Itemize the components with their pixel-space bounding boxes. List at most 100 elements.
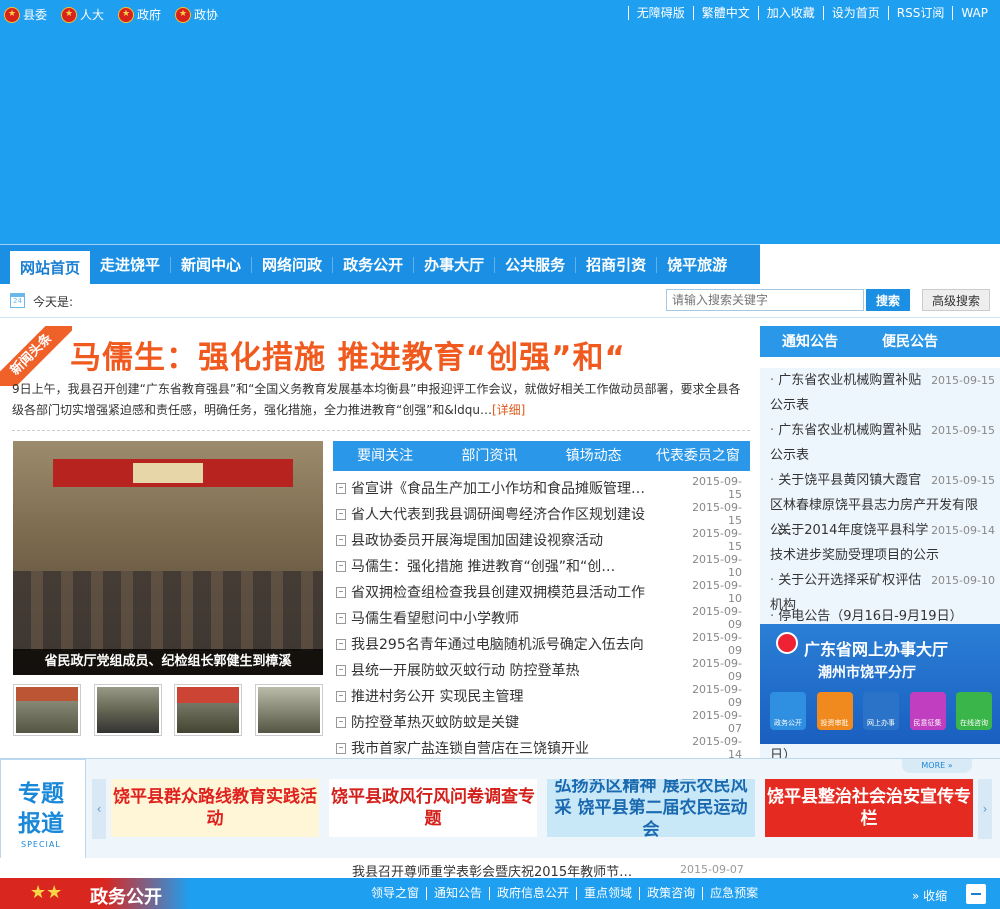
notice-item[interactable]: · 2015-09-14 关于2014年度饶平县科学技术进步奖励受理项目的公示 [770, 518, 995, 568]
lower-news-date: 2015-09-07 [680, 863, 744, 876]
news-tab[interactable]: 镇场动态 [542, 441, 646, 471]
main-nav: 网站首页 走进饶平 新闻中心 网络问政 政务公开 办事大厅 公共服务 招商引资 饶平旅游 [0, 244, 760, 285]
org-link[interactable]: ★ 人大 [61, 6, 104, 23]
notice-title[interactable]: 广东省农业机械购置补贴公示表 [770, 373, 921, 413]
special-report-title: 饶平县群众路线教育实践活动 [113, 787, 317, 829]
utility-link[interactable]: WAP [952, 6, 996, 20]
notice-tab[interactable]: 便民公告 [860, 326, 960, 357]
nav-item[interactable]: 走进饶平 [90, 256, 172, 273]
service-icon[interactable]: 民意征集 [909, 692, 946, 730]
utility-link[interactable]: 繁體中文 [692, 6, 758, 20]
service-icon[interactable]: 投资审批 [816, 692, 853, 730]
news-tab[interactable]: 代表委员之窗 [646, 441, 750, 471]
news-date: 2015-09-15 [692, 475, 742, 501]
news-item[interactable]: 省宣讲《食品生产加工小作坊和食品摊贩管理… 2015-09-15 [336, 475, 742, 501]
news-tab[interactable]: 要闻关注 [333, 441, 437, 471]
news-title[interactable]: 我市首家广盐连锁自营店在三饶镇开业 [351, 738, 680, 758]
prev-arrow-icon[interactable]: ‹ [92, 779, 106, 839]
news-title[interactable]: 县统一开展防蚊灭蚊行动 防控登革热 [351, 660, 680, 680]
search-input[interactable] [666, 289, 864, 311]
notice-tab[interactable]: 通知公告 [760, 326, 860, 357]
nav-item[interactable]: 政务公开 [333, 256, 415, 273]
gov-affairs-link[interactable]: 应急预案 [702, 887, 765, 900]
nav-item[interactable]: 公共服务 [495, 256, 577, 273]
news-date: 2015-09-15 [692, 527, 742, 553]
org-link[interactable]: ★ 县委 [4, 6, 47, 23]
notice-item[interactable]: · 2015-09-15 广东省农业机械购置补贴公示表 [770, 368, 995, 418]
thumbnail[interactable] [93, 684, 162, 736]
lower-news-row: 我县召开尊师重学表彰会暨庆祝2015年教师节… 2015-09-07 [0, 858, 1000, 880]
search-button[interactable]: 搜索 [866, 289, 910, 311]
service-subtitle: 潮州市饶平分厅 [818, 665, 916, 681]
national-emblem-icon: ★ [61, 6, 78, 23]
news-item[interactable]: 马儒生看望慰问中小学教师 2015-09-09 [336, 605, 742, 631]
thumbnail[interactable] [13, 684, 81, 736]
thumbnail[interactable] [254, 684, 323, 736]
nav-item[interactable]: 招商引资 [576, 256, 658, 273]
gov-affairs-link[interactable]: 重点领域 [576, 887, 639, 900]
news-item[interactable]: 推进村务公开 实现民主管理 2015-09-09 [336, 683, 742, 709]
news-title[interactable]: 县政协委员开展海堤围加固建设视察活动 [351, 530, 680, 550]
special-report-item[interactable]: 饶平县整治社会治安宣传专栏 [765, 779, 973, 837]
gov-affairs-link[interactable]: 通知公告 [426, 887, 489, 900]
nav-item[interactable]: 办事大厅 [414, 256, 496, 273]
notice-date: 2015-09-10 [931, 574, 995, 587]
org-link[interactable]: ★ 政府 [118, 6, 161, 23]
nav-item[interactable]: 新闻中心 [171, 256, 253, 273]
nav-item[interactable]: 网站首页 [10, 250, 91, 285]
service-icon[interactable]: 在线咨询 [956, 692, 992, 730]
news-item[interactable]: 县政协委员开展海堤围加固建设视察活动 2015-09-15 [336, 527, 742, 553]
gov-affairs-link[interactable]: 领导之窗 [364, 887, 426, 900]
gov-affairs-link[interactable]: 政府信息公开 [489, 887, 576, 900]
collapse-link[interactable]: » 收缩 [912, 887, 947, 904]
service-logo-icon [776, 632, 798, 654]
service-icon[interactable]: 网上办事 [863, 692, 899, 730]
notice-title[interactable]: 停电公告（9月16日-9月19日） [778, 609, 962, 624]
utility-link[interactable]: 设为首页 [822, 6, 888, 20]
more-link[interactable]: MORE » [902, 759, 972, 773]
news-item[interactable]: 省人大代表到我县调研闽粤经济合作区规划建设 2015-09-15 [336, 501, 742, 527]
utility-links: 无障碍版 繁體中文 加入收藏 设为首页 RSS订阅 WAP [627, 6, 996, 20]
news-item[interactable]: 马儒生：强化措施 推进教育“创强”和“创… 2015-09-10 [336, 553, 742, 579]
advanced-search-button[interactable]: 高级搜索 [922, 289, 990, 311]
online-service-hall-ad[interactable]: 广东省网上办事大厅 潮州市饶平分厅 政务公开 投资审批 网上办事 民意征集 在线咨询 [760, 624, 1000, 744]
thumbnail[interactable] [174, 684, 243, 736]
detail-link[interactable]: [详细] [492, 403, 525, 417]
news-photo[interactable]: 省民政厅党组成员、纪检组长郭健生到樟溪 [13, 441, 323, 675]
news-title[interactable]: 省人大代表到我县调研闽粤经济合作区规划建设 [351, 504, 680, 524]
next-arrow-icon[interactable]: › [978, 779, 992, 839]
special-report-item[interactable]: 饶平县政风行风问卷调查专题 [329, 779, 537, 837]
news-item[interactable]: 我县295名青年通过电脑随机派号确定入伍去向 2015-09-09 [336, 631, 742, 657]
notice-title[interactable]: 广东省农业机械购置补贴公示表 [770, 423, 921, 463]
minus-icon[interactable] [966, 884, 986, 904]
news-title[interactable]: 马儒生：强化措施 推进教育“创强”和“创… [351, 556, 680, 576]
gov-affairs-link[interactable]: 政策咨询 [639, 887, 702, 900]
notice-title[interactable]: 关于2014年度饶平县科学技术进步奖励受理项目的公示 [770, 523, 939, 563]
news-title[interactable]: 马儒生看望慰问中小学教师 [351, 608, 680, 628]
news-title[interactable]: 推进村务公开 实现民主管理 [351, 686, 680, 706]
news-title[interactable]: 防控登革热灭蚊防蚊是关键 [351, 712, 680, 732]
nav-item[interactable]: 饶平旅游 [657, 257, 737, 273]
news-item[interactable]: 县统一开展防蚊灭蚊行动 防控登革热 2015-09-09 [336, 657, 742, 683]
special-report-item[interactable]: 弘扬苏区精神 展示农民风采 饶平县第二届农民运动会 [547, 779, 755, 837]
star-icon: ★★ [30, 882, 63, 903]
news-title[interactable]: 省双拥检查组检查我县创建双拥模范县活动工作 [351, 582, 680, 602]
headline-title[interactable]: 马儒生：强化措施 推进教育“创强”和“ [70, 332, 626, 377]
summary-text: 9日上午，我县召开创建“广东省教育强县”和“全国义务教育发展基本均衡县”申报迎评… [12, 382, 741, 417]
utility-link[interactable]: 无障碍版 [627, 6, 693, 20]
news-title[interactable]: 省宣讲《食品生产加工小作坊和食品摊贩管理… [351, 478, 680, 498]
nav-item[interactable]: 网络问政 [252, 256, 334, 273]
news-date: 2015-09-07 [692, 709, 742, 735]
service-icon[interactable]: 政务公开 [770, 692, 806, 730]
news-date: 2015-09-09 [692, 657, 742, 683]
news-item[interactable]: 省双拥检查组检查我县创建双拥模范县活动工作 2015-09-10 [336, 579, 742, 605]
org-link[interactable]: ★ 政协 [175, 6, 218, 23]
notice-item[interactable]: · 2015-09-15 广东省农业机械购置补贴公示表 [770, 418, 995, 468]
photo-caption[interactable]: 省民政厅党组成员、纪检组长郭健生到樟溪 [13, 649, 323, 675]
utility-link[interactable]: 加入收藏 [757, 6, 823, 20]
news-item[interactable]: 防控登革热灭蚊防蚊是关键 2015-09-07 [336, 709, 742, 735]
news-tab[interactable]: 部门资讯 [437, 441, 541, 471]
utility-link[interactable]: RSS订阅 [887, 6, 953, 20]
news-title[interactable]: 我县295名青年通过电脑随机派号确定入伍去向 [351, 634, 680, 654]
special-report-item[interactable]: 饶平县群众路线教育实践活动 [111, 779, 319, 837]
